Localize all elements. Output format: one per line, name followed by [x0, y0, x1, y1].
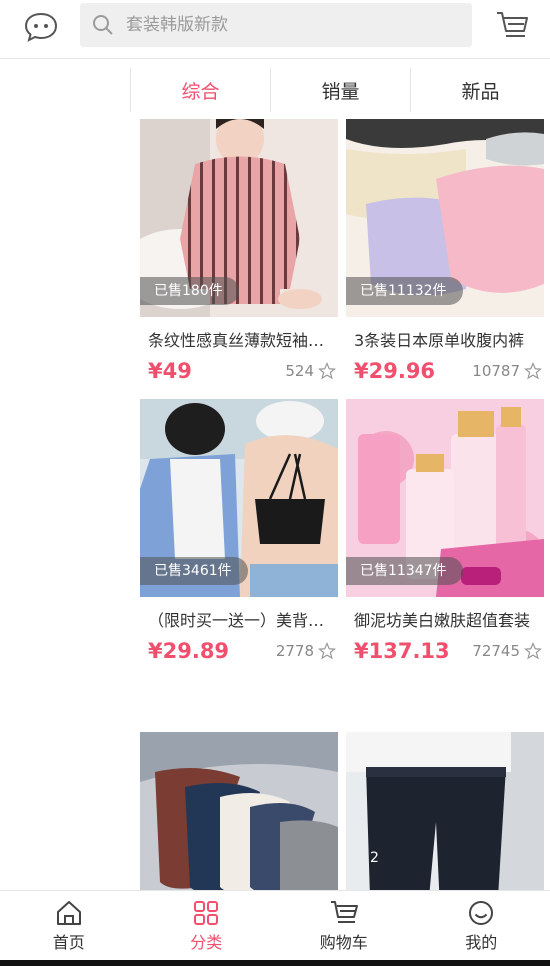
home-icon [56, 901, 81, 925]
star-icon [318, 362, 336, 380]
search-box[interactable] [80, 3, 472, 47]
product-image[interactable]: 2 [346, 732, 544, 890]
product-image[interactable] [140, 732, 338, 890]
tab-cart[interactable]: 购物车 [275, 891, 413, 961]
chat-bubble-icon[interactable] [20, 8, 62, 46]
tab-mine[interactable]: 我的 [413, 891, 550, 961]
tab-mine-label: 我的 [465, 933, 498, 952]
star-icon [524, 642, 542, 660]
sort-tabs: 综合 销量 新品 [130, 68, 550, 112]
search-icon [93, 15, 113, 35]
favorite-count-value: 2778 [275, 642, 314, 660]
system-nav-strip [0, 960, 550, 966]
product-price: ¥29.89 [148, 639, 230, 663]
sold-count-badge: 已售11347件 [346, 557, 463, 585]
product-title[interactable]: 条纹性感真丝薄款短袖睡衣 [140, 327, 338, 351]
product-grid: 已售180件 条纹性感真丝薄款短袖睡衣 ¥49 524 已售11132件 3条装… [140, 119, 550, 890]
product-image[interactable]: 已售11132件 [346, 119, 544, 317]
star-icon [524, 362, 542, 380]
tab-cart-label: 购物车 [319, 933, 368, 952]
favorite-count[interactable]: 10787 [472, 362, 542, 380]
favorite-count[interactable]: 2778 [276, 642, 336, 660]
grid-icon [194, 901, 219, 925]
favorite-count-value: 524 [285, 362, 314, 380]
product-card[interactable]: 已售3461件 （限时买一送一）美背吊带 ¥29.89 2778 [140, 399, 338, 663]
sold-count-badge: 已售180件 [140, 277, 239, 305]
search-input[interactable] [124, 14, 448, 36]
product-card[interactable] [140, 732, 338, 890]
favorite-count-value: 10787 [472, 362, 520, 380]
product-price: ¥29.96 [354, 359, 436, 383]
top-bar [0, 0, 550, 59]
product-card[interactable]: 已售180件 条纹性感真丝薄款短袖睡衣 ¥49 524 [140, 119, 338, 383]
tab-new[interactable]: 新品 [410, 68, 550, 112]
product-image[interactable]: 已售11347件 [346, 399, 544, 597]
cart-icon [330, 901, 358, 923]
star-icon [318, 642, 336, 660]
bottom-tab-bar: 首页 分类 购物车 我的 [0, 890, 550, 961]
product-title[interactable]: （限时买一送一）美背吊带 [140, 607, 338, 631]
product-price: ¥49 [148, 359, 192, 383]
product-image[interactable]: 已售3461件 [140, 399, 338, 597]
svg-text:2: 2 [370, 850, 379, 866]
product-card[interactable]: 已售11132件 3条装日本原单收腹内裤 ¥29.96 10787 [346, 119, 544, 383]
favorite-count[interactable]: 524 [285, 362, 336, 380]
sold-count-badge: 已售3461件 [140, 557, 248, 585]
smile-face-icon [469, 901, 494, 925]
product-card[interactable]: 2 [346, 732, 544, 890]
tab-sales[interactable]: 销量 [270, 68, 410, 112]
product-card[interactable]: 已售11347件 御泥坊美白嫩肤超值套装 ¥137.13 72745 [346, 399, 544, 663]
favorite-count-value: 72745 [472, 642, 520, 660]
tab-category-label: 分类 [190, 933, 223, 952]
product-image[interactable]: 已售180件 [140, 119, 338, 317]
tab-home-label: 首页 [52, 933, 85, 952]
product-title[interactable]: 御泥坊美白嫩肤超值套装 [346, 607, 544, 631]
cart-icon[interactable] [490, 6, 534, 46]
favorite-count[interactable]: 72745 [472, 642, 542, 660]
sold-count-badge: 已售11132件 [346, 277, 463, 305]
product-price: ¥137.13 [354, 639, 450, 663]
tab-category[interactable]: 分类 [138, 891, 276, 961]
tab-comprehensive[interactable]: 综合 [130, 68, 270, 112]
product-title[interactable]: 3条装日本原单收腹内裤 [346, 327, 544, 351]
tab-home[interactable]: 首页 [0, 891, 138, 961]
